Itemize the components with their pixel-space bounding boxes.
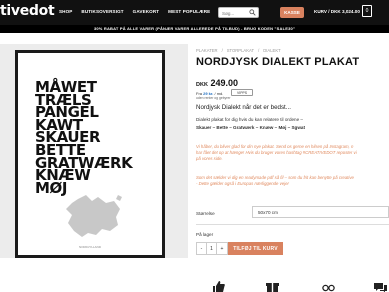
breadcrumb-item[interactable]: PLAKATER: [196, 48, 218, 53]
site-header: tivedot SHOP BUTIKSOVERSIGT GAVEKORT MES…: [0, 0, 389, 25]
promo-bar: 30% RABAT PÅ ALLE VARER (PÅNÆR VARER ALL…: [0, 25, 389, 33]
promo-text: 30% RABAT PÅ ALLE VARER (PÅNÆR VARER ALL…: [93, 26, 296, 31]
glasses-icon: [322, 284, 335, 292]
breadcrumb-item[interactable]: DIALEKT: [263, 48, 280, 53]
product-note: Som det sælder vi dig en readymade pdf s…: [196, 175, 354, 180]
stock-status: På lager: [196, 232, 214, 237]
add-to-cart-button[interactable]: TILFØJ TIL KURV: [228, 242, 283, 255]
breadcrumb-item[interactable]: STORPLAKAT: [227, 48, 254, 53]
map-of-north-jutland-icon: [66, 195, 122, 237]
poster-words: MÅWET TRÆLS PANGEL KAWT SKAUER BETTE GRA…: [35, 80, 133, 195]
breadcrumb-separator: /: [258, 48, 260, 53]
cart-total[interactable]: KURV / DKK 3,024.00: [314, 9, 360, 14]
chat-icon: [374, 283, 387, 292]
product-note: har fået det op at hænge! Hvis du bruger…: [196, 150, 357, 155]
poster-caption: NORDJYLLAND: [78, 245, 101, 249]
main-nav: SHOP BUTIKSOVERSIGT GAVEKORT MEST POPULÆ…: [59, 9, 240, 14]
gift-icon: [266, 283, 279, 292]
search-box[interactable]: [218, 7, 259, 18]
thumbs-up-icon: [213, 281, 225, 292]
nav-item-gavekort[interactable]: GAVEKORT: [133, 9, 160, 14]
product-title: NORDJYSK DIALEKT PLAKAT: [196, 56, 360, 68]
cart-count: 0: [365, 8, 369, 14]
search-icon[interactable]: [249, 9, 256, 16]
qty-plus-button[interactable]: +: [217, 243, 227, 254]
breadcrumb-separator: /: [221, 48, 223, 53]
breadcrumb: PLAKATER / STORPLAKAT / DIALEKT: [196, 48, 285, 53]
product-description-words: Skauer – Bette – Gratwærk – Knæw – Møj –…: [196, 125, 306, 130]
nav-item-shop[interactable]: SHOP: [59, 9, 72, 14]
quantity-stepper[interactable]: - 1 +: [196, 242, 228, 255]
product-description: Dialekt plakat for dig hvis du kan relat…: [196, 117, 303, 122]
size-selected-value: 50x70 cm: [258, 210, 278, 215]
site-logo[interactable]: tivedot: [0, 3, 55, 19]
nav-item-mest-populaere[interactable]: MEST POPULÆRE: [168, 9, 210, 14]
poster: MÅWET TRÆLS PANGEL KAWT SKAUER BETTE GRA…: [18, 53, 162, 255]
product-note: på vores side.: [196, 156, 223, 161]
product-note: Vi håber, du bliver glad for din nye pla…: [196, 144, 354, 149]
qty-value[interactable]: 1: [207, 243, 217, 254]
product-note: - Dette gælder også i Europas nærliggend…: [196, 181, 289, 186]
price-currency: DKK: [196, 82, 208, 88]
size-select[interactable]: 50x70 cm: [252, 206, 389, 218]
price-value: 249.00: [210, 78, 238, 88]
size-label: Størrelse: [196, 211, 215, 216]
divider: [196, 224, 389, 225]
vipps-badge[interactable]: VIPPS: [231, 89, 253, 96]
cart-icon[interactable]: 0: [362, 5, 372, 17]
product-subtitle: Nordjysk Dialekt når det er bedst...: [196, 104, 291, 111]
checkout-button[interactable]: KASSE: [280, 7, 304, 18]
product-image[interactable]: MÅWET TRÆLS PANGEL KAWT SKAUER BETTE GRA…: [15, 50, 165, 258]
product-price: DKK 249.00: [196, 78, 238, 88]
search-input[interactable]: [222, 9, 250, 17]
qty-minus-button[interactable]: -: [197, 243, 207, 254]
nav-item-butiksoversigt[interactable]: BUTIKSOVERSIGT: [81, 9, 123, 14]
vipps-subtext: uden renter og gebyrer: [196, 96, 231, 100]
